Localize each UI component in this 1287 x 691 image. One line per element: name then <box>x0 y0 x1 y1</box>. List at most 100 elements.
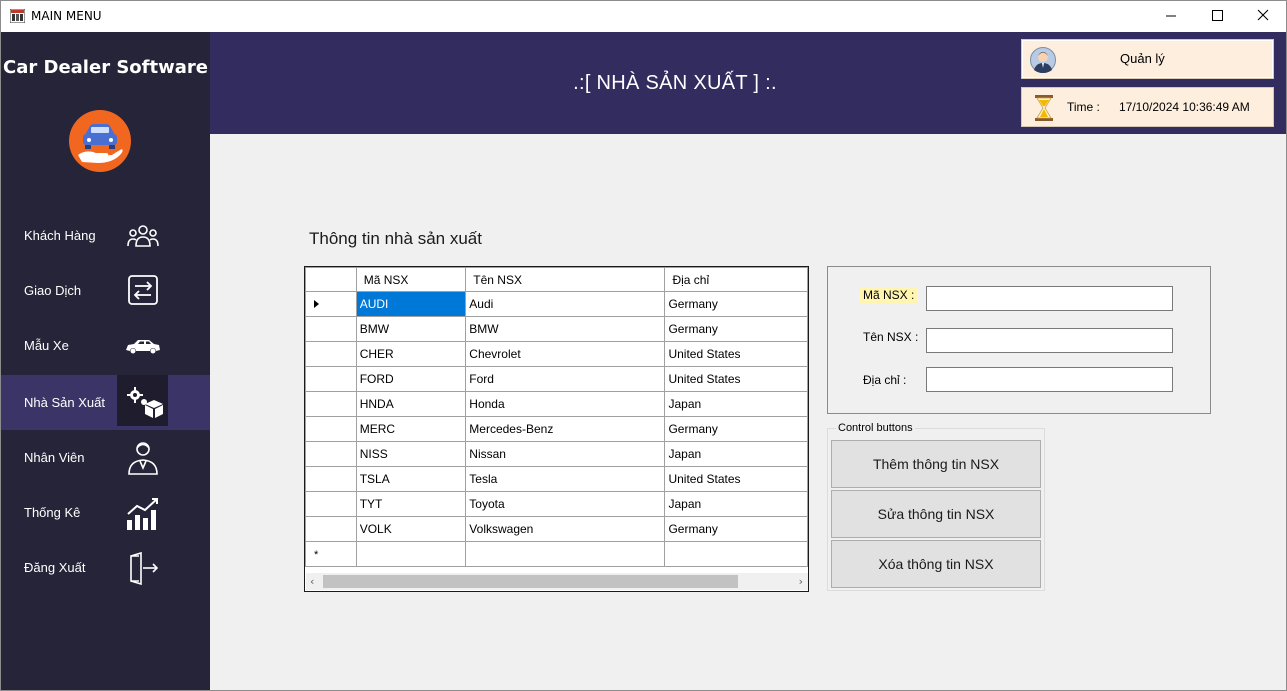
sidebar-item-dang-xuat[interactable]: Đăng Xuất <box>1 540 210 595</box>
cell-ten-nsx[interactable]: Toyota <box>465 491 666 517</box>
transaction-icon <box>128 275 158 305</box>
sidebar-item-label: Đăng Xuất <box>24 560 86 575</box>
cell-ma-nsx[interactable]: VOLK <box>355 516 467 542</box>
brand-title: Car Dealer Software <box>3 57 208 78</box>
cell-ten-nsx[interactable]: Mercedes-Benz <box>465 416 666 442</box>
row-header[interactable] <box>305 491 357 517</box>
sidebar-item-khach-hang[interactable]: Khách Hàng <box>1 208 210 263</box>
add-manufacturer-button[interactable]: Thêm thông tin NSX <box>831 440 1041 488</box>
cell-ten-nsx[interactable]: Honda <box>465 391 666 417</box>
cell-ma-nsx[interactable]: AUDI <box>355 291 467 317</box>
cell-dia-chi[interactable]: Germany <box>664 291 808 317</box>
new-row[interactable]: * <box>305 541 808 567</box>
cell-ten-nsx[interactable]: Chevrolet <box>465 341 666 367</box>
user-role-label: Quản lý <box>1120 51 1165 66</box>
delete-manufacturer-button[interactable]: Xóa thông tin NSX <box>831 540 1041 588</box>
grid-header-row: Mã NSX Tên NSX Địa chỉ <box>305 267 808 292</box>
main-window: MAIN MENU Car Dealer Software Khách Hàng <box>0 0 1287 691</box>
cell-dia-chi[interactable]: Germany <box>664 416 808 442</box>
cell-ma-nsx[interactable]: TYT <box>355 491 467 517</box>
sidebar-item-nha-san-xuat[interactable]: Nhà Sản Xuất <box>1 375 210 430</box>
sidebar-item-label: Giao Dịch <box>24 283 82 298</box>
current-row-pointer-icon <box>314 300 319 308</box>
cell-dia-chi[interactable]: Germany <box>664 316 808 342</box>
table-row[interactable]: MERC Mercedes-Benz Germany <box>305 416 808 442</box>
cell-ma-nsx[interactable]: TSLA <box>355 466 467 492</box>
cell-ma-nsx[interactable]: CHER <box>355 341 467 367</box>
table-row[interactable]: AUDI Audi Germany <box>305 291 808 317</box>
ten-nsx-label: Tên NSX : <box>863 330 919 344</box>
cell-ma-nsx[interactable]: HNDA <box>355 391 467 417</box>
ma-nsx-input[interactable] <box>926 286 1173 311</box>
cell-ten-nsx[interactable]: Ford <box>465 366 666 392</box>
page-title: .:[ NHÀ SẢN XUẤT ] :. <box>573 72 777 94</box>
table-row[interactable]: TSLA Tesla United States <box>305 466 808 492</box>
sidebar-item-mau-xe[interactable]: Mẫu Xe <box>1 318 210 373</box>
cell-dia-chi[interactable]: Japan <box>664 441 808 467</box>
table-row[interactable]: HNDA Honda Japan <box>305 391 808 417</box>
row-header[interactable] <box>305 341 357 367</box>
maximize-button[interactable] <box>1194 1 1240 31</box>
table-row[interactable]: CHER Chevrolet United States <box>305 341 808 367</box>
horizontal-scrollbar[interactable]: ‹ › <box>306 573 808 590</box>
cell-ma-nsx[interactable]: MERC <box>355 416 467 442</box>
dia-chi-input[interactable] <box>926 367 1173 392</box>
manufacturer-data-grid[interactable]: Mã NSX Tên NSX Địa chỉ AUDI Audi Germany… <box>304 266 809 592</box>
manufacturer-form: Mã NSX : Tên NSX : Địa chỉ : <box>827 266 1211 414</box>
cell-ten-nsx[interactable]: BMW <box>465 316 666 342</box>
table-row[interactable]: NISS Nissan Japan <box>305 441 808 467</box>
cell-dia-chi[interactable]: Germany <box>664 516 808 542</box>
car-icon <box>126 340 160 354</box>
column-header-dia-chi[interactable]: Địa chỉ <box>664 267 808 292</box>
edit-manufacturer-button[interactable]: Sửa thông tin NSX <box>831 490 1041 538</box>
cell-dia-chi[interactable] <box>664 541 808 567</box>
cell-ten-nsx[interactable]: Audi <box>465 291 666 317</box>
scrollbar-thumb[interactable] <box>323 575 738 588</box>
sidebar-item-nhan-vien[interactable]: Nhân Viên <box>1 430 210 485</box>
cell-ma-nsx[interactable] <box>355 541 467 567</box>
table-row[interactable]: FORD Ford United States <box>305 366 808 392</box>
row-header[interactable] <box>305 366 357 392</box>
cell-dia-chi[interactable]: United States <box>664 466 808 492</box>
close-button[interactable] <box>1240 1 1286 31</box>
sidebar-item-label: Khách Hàng <box>24 228 96 243</box>
ten-nsx-input[interactable] <box>926 328 1173 353</box>
row-header[interactable] <box>305 416 357 442</box>
minimize-button[interactable] <box>1148 1 1194 31</box>
row-header[interactable] <box>305 441 357 467</box>
table-row[interactable]: TYT Toyota Japan <box>305 491 808 517</box>
sidebar-item-thong-ke[interactable]: Thống Kê <box>1 485 210 540</box>
table-row[interactable]: BMW BMW Germany <box>305 316 808 342</box>
cell-dia-chi[interactable]: Japan <box>664 491 808 517</box>
cell-ten-nsx[interactable]: Volkswagen <box>465 516 666 542</box>
cell-ma-nsx[interactable]: FORD <box>355 366 467 392</box>
cell-ten-nsx[interactable]: Nissan <box>465 441 666 467</box>
cell-ten-nsx[interactable]: Tesla <box>465 466 666 492</box>
scroll-left-icon[interactable]: ‹ <box>310 575 314 588</box>
row-header[interactable] <box>305 391 357 417</box>
row-header[interactable] <box>305 466 357 492</box>
row-header[interactable] <box>305 316 357 342</box>
sidebar-item-label: Nhân Viên <box>24 450 85 465</box>
column-header-ma-nsx[interactable]: Mã NSX <box>355 267 467 292</box>
dia-chi-label: Địa chỉ : <box>863 373 907 387</box>
time-value: 17/10/2024 10:36:49 AM <box>1119 100 1250 114</box>
row-header[interactable] <box>305 291 357 317</box>
window-title: MAIN MENU <box>31 9 102 23</box>
statistics-icon <box>127 498 158 530</box>
ma-nsx-label: Mã NSX : <box>860 287 918 303</box>
grid-table: Mã NSX Tên NSX Địa chỉ AUDI Audi Germany… <box>305 267 808 567</box>
cell-ma-nsx[interactable]: BMW <box>355 316 467 342</box>
column-header-ten-nsx[interactable]: Tên NSX <box>465 267 666 292</box>
scroll-right-icon[interactable]: › <box>799 575 803 588</box>
row-header[interactable] <box>305 516 357 542</box>
sidebar-item-giao-dich[interactable]: Giao Dịch <box>1 263 210 318</box>
row-header[interactable]: * <box>305 541 357 567</box>
cell-dia-chi[interactable]: United States <box>664 366 808 392</box>
cell-dia-chi[interactable]: Japan <box>664 391 808 417</box>
cell-dia-chi[interactable]: United States <box>664 341 808 367</box>
cell-ma-nsx[interactable]: NISS <box>355 441 467 467</box>
customers-icon <box>127 225 159 247</box>
table-row[interactable]: VOLK Volkswagen Germany <box>305 516 808 542</box>
cell-ten-nsx[interactable] <box>465 541 666 567</box>
